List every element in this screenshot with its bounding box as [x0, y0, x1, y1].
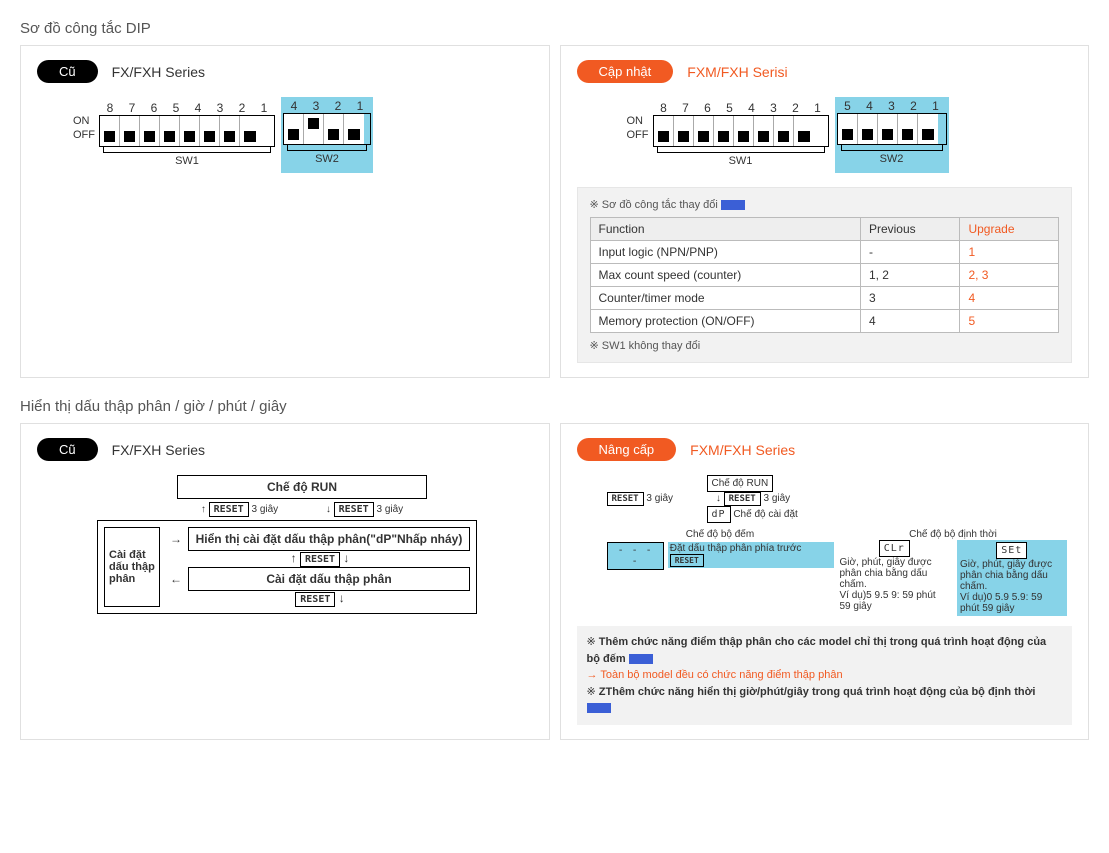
- sec3: 3 giây: [646, 493, 673, 504]
- timer-mode: Chế độ bộ định thời: [840, 529, 1067, 540]
- dip-note-box: ※ Sơ đồ công tắc thay đổi Function Previ…: [577, 187, 1073, 363]
- side-label: Cài đặt dấu thập phân: [104, 527, 160, 607]
- sec3: 3 giây: [376, 504, 403, 515]
- series-fx2: FX/FXH Series: [112, 442, 205, 458]
- dash-box: - - - -: [607, 542, 664, 570]
- setmode-label: Chế độ cài đặt: [733, 509, 798, 520]
- clr-box: CLr: [879, 540, 910, 557]
- dip-panels: Cũ FX/FXH Series ON OFF 87654321 S: [20, 45, 1089, 378]
- blue-square-icon: [629, 654, 653, 664]
- cell: Max count speed (counter): [590, 264, 860, 287]
- dip-old: ON OFF 87654321 SW1 4321: [73, 97, 533, 173]
- label-off2: OFF: [627, 128, 649, 142]
- flow-old: Chế độ RUN ↑ RESET 3 giây ↓ RESET 3 giây…: [97, 475, 477, 614]
- blue-square-icon: [721, 200, 745, 210]
- reset-box: RESET: [724, 492, 761, 506]
- th-func: Function: [590, 218, 860, 241]
- series-fx: FX/FXH Series: [112, 64, 205, 80]
- counter-mode: Chế độ bộ đếm: [607, 529, 834, 540]
- decimal-panels: Cũ FX/FXH Series Chế độ RUN ↑ RESET 3 gi…: [20, 423, 1089, 740]
- label-off: OFF: [73, 128, 95, 142]
- reset-box: RESET: [209, 502, 249, 517]
- run-box: Chế độ RUN: [177, 475, 427, 499]
- badge-update: Cập nhật: [577, 60, 674, 83]
- blue-square-icon: [587, 703, 611, 713]
- sec3: 3 giây: [251, 504, 278, 515]
- section-dip-title: Sơ đồ công tắc DIP: [20, 20, 1089, 37]
- decset-title-box: Hiển thị cài đặt dấu thập phân("dP"Nhấp …: [188, 527, 470, 551]
- sw2-label: SW2: [315, 153, 339, 165]
- reset-box: RESET: [607, 492, 644, 506]
- cell: 4: [960, 287, 1059, 310]
- sw2b-label: SW2: [876, 153, 908, 165]
- dp-box: dP: [707, 506, 731, 523]
- decset-box: Cài đặt dấu thập phân: [188, 567, 470, 591]
- cell: 3: [860, 287, 960, 310]
- dec-front: Đặt dấu thập phân phía trước: [670, 543, 802, 554]
- badge-upgrade: Nâng cấp: [577, 438, 677, 461]
- note1b: → Toàn bộ model đều có chức năng điểm th…: [587, 667, 1063, 684]
- cell: 1, 2: [860, 264, 960, 287]
- cell: Memory protection (ON/OFF): [590, 310, 860, 333]
- sw1-label: SW1: [175, 155, 199, 167]
- desc-set: Giờ, phút, giây được phân chia bằng dấu …: [957, 559, 1067, 592]
- reset-box: RESET: [300, 552, 340, 567]
- panel-new-dip: Cập nhật FXM/FXH Serisi ON OFF 87654321: [560, 45, 1090, 378]
- cell: 4: [860, 310, 960, 333]
- cell: 2, 3: [960, 264, 1059, 287]
- badge-old2: Cũ: [37, 438, 98, 461]
- label-on: ON: [73, 114, 95, 128]
- cell: Input logic (NPN/PNP): [590, 241, 860, 264]
- set-box: SEt: [996, 542, 1027, 559]
- panel-old-dip: Cũ FX/FXH Series ON OFF 87654321 S: [20, 45, 550, 378]
- ex-set: Ví dụ)0 5.9 5.9: 59 phút 59 giây: [957, 592, 1067, 616]
- reset-box: RESET: [670, 554, 704, 567]
- reset-box: RESET: [334, 502, 374, 517]
- label-on2: ON: [627, 114, 649, 128]
- series-fxm: FXM/FXH Serisi: [687, 64, 787, 80]
- flow-new: Chế độ RUN RESET 3 giây ↓ RESET 3 giây d…: [607, 475, 1067, 616]
- cell: 1: [960, 241, 1059, 264]
- cell: -: [860, 241, 960, 264]
- cell: 5: [960, 310, 1059, 333]
- sw1b-label: SW1: [729, 155, 753, 167]
- reset-box: RESET: [295, 592, 335, 607]
- dip-new: ON OFF 87654321 SW1 54321: [627, 97, 1073, 173]
- sec3: 3 giây: [764, 493, 791, 504]
- panel-new-flow: Nâng cấp FXM/FXH Series Chế độ RUN RESET…: [560, 423, 1090, 740]
- th-prev: Previous: [860, 218, 960, 241]
- desc-clr: Giờ, phút, giây được phân chia bằng dấu …: [840, 557, 950, 590]
- func-table: Function Previous Upgrade Input logic (N…: [590, 217, 1060, 333]
- ex-clr: Ví dụ)5 9.5 9: 59 phút 59 giây: [840, 590, 950, 612]
- note-change: Sơ đồ công tắc thay đổi: [602, 199, 718, 211]
- series-fxm2: FXM/FXH Series: [690, 442, 795, 458]
- upgrade-notes: ※ Thêm chức năng điểm thập phân cho các …: [577, 626, 1073, 725]
- cell: Counter/timer mode: [590, 287, 860, 310]
- run-box2: Chế độ RUN: [707, 475, 774, 492]
- note2: ZThêm chức năng hiển thị giờ/phút/giây t…: [599, 686, 1036, 698]
- note-sw1: SW1 không thay đổi: [602, 340, 700, 352]
- note1a: Thêm chức năng điểm thập phân cho các mo…: [587, 636, 1047, 665]
- section-decimal-title: Hiển thị dấu thập phân / giờ / phút / gi…: [20, 398, 1089, 415]
- th-upg: Upgrade: [960, 218, 1059, 241]
- badge-old: Cũ: [37, 60, 98, 83]
- panel-old-flow: Cũ FX/FXH Series Chế độ RUN ↑ RESET 3 gi…: [20, 423, 550, 740]
